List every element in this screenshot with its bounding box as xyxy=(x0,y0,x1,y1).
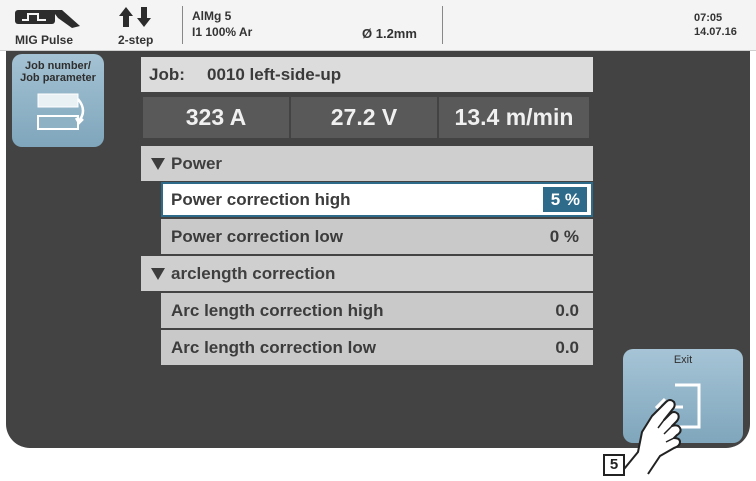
list-item-arc-length-correction-low[interactable]: Arc length correction low 0.0 xyxy=(161,330,593,365)
wire-speed-display: 13.4 m/min xyxy=(439,97,589,138)
voltage-value: 27.2 V xyxy=(330,104,398,130)
status-bar: MIG Pulse 2-step AlMg 5 I1 100% Ar Ø 1.2… xyxy=(0,0,756,51)
wire-speed-value: 13.4 m/min xyxy=(454,104,574,130)
wire-diameter-label: Ø 1.2mm xyxy=(362,26,417,41)
process-mode-label: MIG Pulse xyxy=(15,33,74,47)
trigger-mode-label: 2-step xyxy=(118,33,154,47)
row-value: 0 % xyxy=(549,227,579,246)
row-value: 0.0 xyxy=(555,301,579,320)
material-label: AlMg 5 xyxy=(192,9,232,23)
group-title: arclength correction xyxy=(171,264,336,283)
callout-number: 5 xyxy=(603,454,625,476)
row-value: 5 % xyxy=(550,190,580,209)
current-value: 323 A xyxy=(185,104,247,130)
trigger-mode-icon xyxy=(119,7,151,27)
list-item-power-correction-low[interactable]: Power correction low 0 % xyxy=(161,219,593,254)
job-parameter-label-line2: Job parameter xyxy=(20,72,96,84)
row-label: Power correction low xyxy=(171,227,343,246)
switch-list-icon xyxy=(37,93,85,130)
group-header-power[interactable]: Power xyxy=(141,146,593,181)
job-number-parameter-button[interactable]: Job number/ Job parameter xyxy=(12,54,104,147)
job-header: Job: 0010 left-side-up xyxy=(141,57,593,92)
row-label: Arc length correction low xyxy=(171,338,376,357)
divider xyxy=(442,6,443,44)
job-number-label-line1: Job number/ xyxy=(24,60,91,72)
divider xyxy=(182,6,183,44)
job-value: 0010 left-side-up xyxy=(207,65,342,84)
group-header-arclength[interactable]: arclength correction xyxy=(141,256,593,291)
collapse-triangle-icon xyxy=(151,268,165,280)
job-number-button-label: Job number/ Job parameter xyxy=(12,60,104,84)
row-label: Power correction high xyxy=(171,190,351,209)
collapse-triangle-icon xyxy=(151,158,165,170)
mig-pulse-icon xyxy=(15,10,80,28)
list-item-power-correction-high[interactable]: Power correction high 5 % xyxy=(161,182,593,217)
gas-label: I1 100% Ar xyxy=(192,25,253,39)
current-display: 323 A xyxy=(143,97,289,138)
row-label: Arc length correction high xyxy=(171,301,384,320)
clock-time: 07:05 xyxy=(694,12,723,24)
row-value: 0.0 xyxy=(555,338,579,357)
exit-label: Exit xyxy=(673,354,693,366)
voltage-display: 27.2 V xyxy=(291,97,437,138)
job-label: Job: xyxy=(149,65,185,84)
list-item-arc-length-correction-high[interactable]: Arc length correction high 0.0 xyxy=(161,293,593,328)
clock-date: 14.07.16 xyxy=(694,26,737,38)
group-title: Power xyxy=(171,154,223,173)
